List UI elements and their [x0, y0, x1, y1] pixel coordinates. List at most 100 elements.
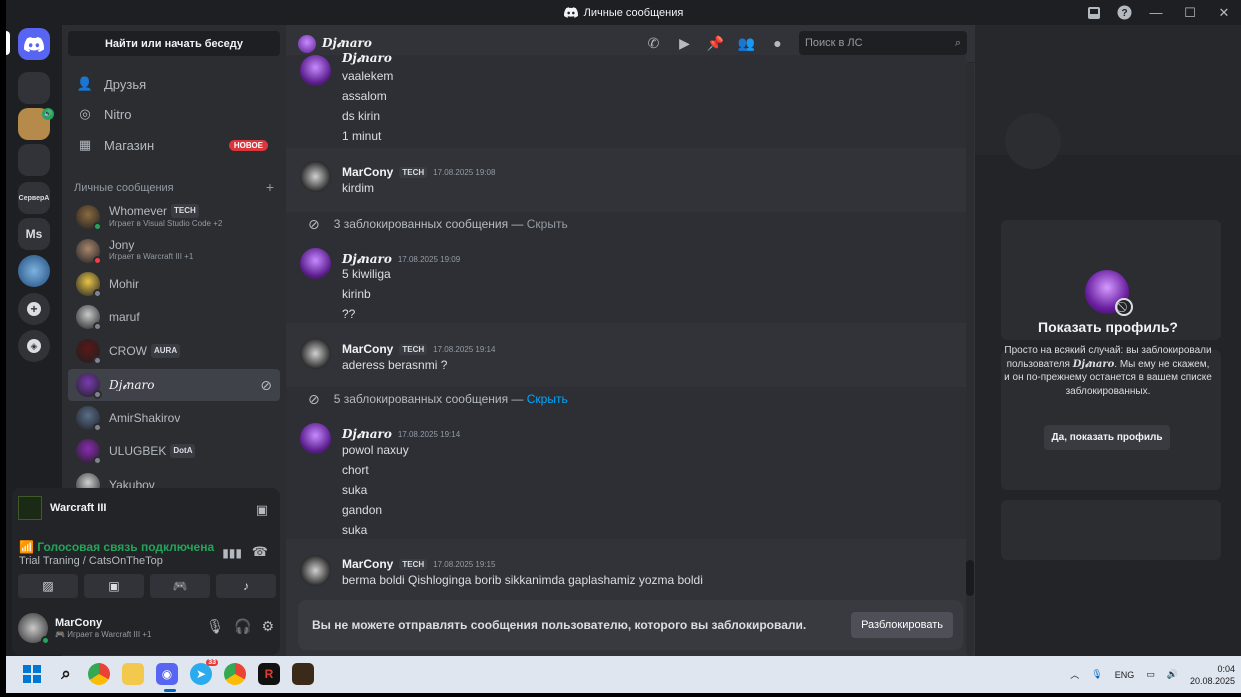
dm-item[interactable]: AmirShakirov	[68, 402, 280, 434]
inbox-icon[interactable]	[1079, 0, 1109, 25]
blocked-summary: 3 заблокированных сообщения — Скрыть	[334, 217, 568, 231]
pin-icon[interactable]: 📌	[700, 35, 731, 52]
headphones-icon[interactable]: 🎧	[234, 618, 251, 635]
hide-blocked-link[interactable]: Скрыть	[527, 217, 568, 231]
message-avatar[interactable]	[300, 555, 331, 586]
help-icon[interactable]: ?	[1109, 0, 1139, 25]
user-avatar[interactable]	[18, 613, 50, 645]
server-ms[interactable]: Ms	[18, 218, 50, 250]
server-blank-2[interactable]	[18, 144, 50, 176]
chat-scrollbar[interactable]	[966, 63, 974, 656]
video-call-icon[interactable]: ▶	[669, 35, 700, 52]
voice-controls: ▨ ▣ 🎮 ♪	[18, 574, 276, 598]
dm-item[interactable]: Dj𝓲naro ⊘	[68, 369, 280, 401]
telegram-unread-badge: 33	[206, 659, 218, 666]
server-blank-1[interactable]	[18, 72, 50, 104]
message-author[interactable]: Dj𝓲naro	[342, 252, 392, 267]
telegram-icon[interactable]: ➤ 33	[190, 659, 218, 685]
dm-search-placeholder: Поиск в ЛС	[805, 37, 863, 49]
dm-item[interactable]: ULUGBEK DotA	[68, 435, 280, 467]
message-author[interactable]: MarCony	[342, 557, 393, 571]
disconnect-icon[interactable]: ☎	[252, 544, 268, 560]
rockstar-launcher-icon[interactable]: R	[258, 663, 280, 685]
blocked-summary: 5 заблокированных сообщения — Скрыть	[334, 392, 568, 406]
dm-item[interactable]: Whomever TECH Играет в Visual Studio Code …	[68, 201, 280, 233]
volume-icon[interactable]: 🔊	[1167, 669, 1178, 680]
message-author[interactable]: Dj𝓲naro	[342, 427, 392, 442]
share-screen-button[interactable]: ▣	[84, 574, 144, 598]
clan-tag: TECH	[399, 166, 428, 178]
tray-mic-icon[interactable]: 🎙	[1091, 669, 1102, 680]
online-status-dot	[41, 636, 50, 645]
message-timestamp: 17.08.2025 19:15	[433, 559, 496, 569]
tray-overflow-icon[interactable]: ︿	[1070, 668, 1079, 681]
friends-icon: 👤	[76, 76, 94, 91]
server-a[interactable]: СерверА	[18, 182, 50, 214]
taskbar-clock[interactable]: 0:04 20.08.2025	[1190, 663, 1235, 687]
chat-header-name: Dj𝓲naro	[322, 36, 372, 50]
voice-call-icon[interactable]: ✆	[638, 35, 669, 52]
clock-time: 0:04	[1217, 663, 1235, 674]
clan-tag: TECH	[171, 204, 199, 218]
input-language[interactable]: ENG	[1115, 670, 1135, 680]
profile-notes-blurred	[1001, 500, 1221, 560]
server-voice-active[interactable]: 🔊	[18, 108, 54, 140]
message-avatar[interactable]	[300, 338, 331, 369]
message-group: MarCony TECH 17.08.2025 19:15 berma boldi Q…	[286, 549, 966, 599]
message-group: Dj𝓲naro 17.08.2025 19:14 powol naxuy chort s…	[286, 411, 966, 539]
message-avatar[interactable]	[300, 248, 331, 279]
screen-share-icon[interactable]: ▣	[256, 502, 268, 518]
dm-item[interactable]: maruf	[68, 301, 280, 333]
direct-messages-button[interactable]	[18, 28, 50, 60]
message-author[interactable]: MarCony	[342, 165, 393, 179]
nav-nitro[interactable]: ◎ Nitro	[68, 100, 280, 128]
message-author[interactable]: Dj𝓲naro	[342, 51, 392, 66]
message-author[interactable]: MarCony	[342, 342, 393, 356]
show-profile-button[interactable]: Да, показать профиль	[1044, 425, 1170, 450]
dm-item[interactable]: CROW AURA	[68, 335, 280, 367]
message-avatar[interactable]	[300, 161, 331, 192]
activities-button[interactable]: 🎮	[150, 574, 210, 598]
chrome-profile-icon[interactable]	[224, 663, 246, 685]
nav-shop[interactable]: ▦ Магазин НОВОЕ	[68, 131, 280, 159]
network-icon[interactable]: ▭	[1146, 669, 1155, 680]
user-profile-icon[interactable]: ●	[762, 35, 793, 51]
discord-taskbar-icon[interactable]: ◉	[156, 663, 178, 685]
camera-off-button[interactable]: ▨	[18, 574, 78, 598]
hide-blocked-link[interactable]: Скрыть	[527, 392, 568, 406]
taskbar-search-icon[interactable]: ⌕	[55, 663, 77, 685]
minimize-button[interactable]: —	[1139, 0, 1173, 25]
server-emblem[interactable]	[18, 255, 50, 287]
add-server-button[interactable]: +	[18, 293, 50, 325]
create-dm-plus-icon[interactable]: +	[266, 180, 274, 194]
dm-name-row: Dj𝓲naro	[109, 379, 154, 391]
dm-item[interactable]: Mohir	[68, 268, 280, 300]
settings-gear-icon[interactable]: ⚙	[261, 618, 274, 635]
message-text: vaalekem	[342, 69, 394, 83]
nav-friends-label: Друзья	[104, 76, 147, 92]
file-explorer-icon[interactable]	[122, 663, 144, 685]
chat-header-avatar	[298, 34, 316, 53]
message-avatar[interactable]	[300, 55, 331, 86]
add-friends-to-dm-icon[interactable]: 👥	[731, 35, 762, 52]
chrome-icon[interactable]	[88, 663, 110, 685]
dm-search-input[interactable]: Поиск в ЛС ⌕	[799, 31, 967, 55]
find-conversation-button[interactable]: Найти или начать беседу	[68, 31, 280, 56]
nav-friends[interactable]: 👤 Друзья	[68, 70, 280, 98]
explore-button[interactable]: ◈	[18, 330, 50, 362]
message-avatar[interactable]	[300, 423, 331, 454]
voice-channel[interactable]: Trial Traning / CatsOnTheTop	[19, 555, 163, 567]
close-button[interactable]: ✕	[1207, 0, 1241, 25]
blocked-icon: ⊘	[308, 390, 320, 407]
microphone-icon[interactable]: 🎙	[206, 618, 224, 635]
soundboard-button[interactable]: ♪	[216, 574, 276, 598]
maximize-button[interactable]: ☐	[1173, 0, 1207, 25]
scrollbar-thumb[interactable]	[966, 560, 974, 596]
dm-item[interactable]: Jony Играет в Warcraft III +1	[68, 235, 280, 267]
noise-suppression-icon[interactable]: ▮▮▮	[222, 546, 242, 560]
warcraft-taskbar-icon[interactable]	[292, 663, 314, 685]
new-badge: НОВОЕ	[228, 139, 268, 151]
unblock-button[interactable]: Разблокировать	[851, 612, 953, 638]
windows-start-icon[interactable]	[21, 663, 43, 685]
message-timestamp: 17.08.2025 19:14	[397, 430, 461, 439]
